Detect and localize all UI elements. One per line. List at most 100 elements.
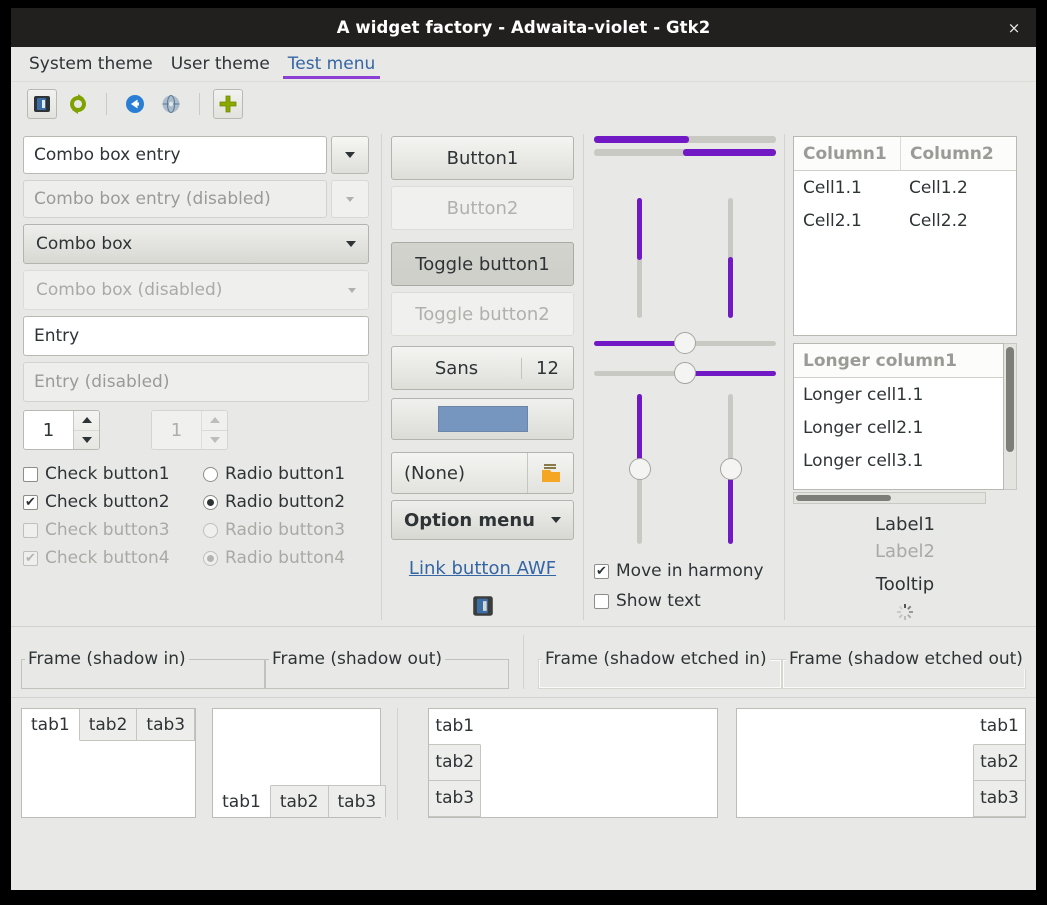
tab-3[interactable]: tab3 xyxy=(328,785,387,817)
table-row[interactable]: Longer cell2.1 xyxy=(794,411,1003,444)
column-header[interactable]: Longer column1 xyxy=(794,344,966,377)
check-button4: ✔ Check button4 xyxy=(23,548,203,568)
tab-1[interactable]: tab1 xyxy=(22,709,80,741)
horizontal-scrollbar[interactable] xyxy=(793,492,986,504)
tree-view-2-wrapper: Longer column1 Longer cell1.1 Longer cel… xyxy=(793,343,1017,490)
table-cell: Longer cell2.1 xyxy=(803,417,924,438)
label2: Label2 xyxy=(874,541,935,562)
add-icon[interactable] xyxy=(213,89,243,119)
frame-shadow-in: Frame (shadow in) xyxy=(21,649,265,689)
table-row[interactable]: Cell1.1 Cell1.2 xyxy=(794,171,1016,204)
checkbox-icon[interactable]: ✔ xyxy=(23,494,38,510)
link-button[interactable]: Link button AWF xyxy=(391,558,574,579)
vertical-scrollbar[interactable] xyxy=(1004,343,1017,490)
show-text-check[interactable]: Show text xyxy=(594,591,701,611)
tab-1[interactable]: tab1 xyxy=(972,709,1025,745)
tab-1[interactable]: tab1 xyxy=(429,709,482,745)
radio-icon[interactable] xyxy=(203,494,218,510)
table-row[interactable]: Longer cell1.1 xyxy=(794,378,1003,411)
check-radio-row: ✔ Check button4 Radio button4 xyxy=(23,544,369,572)
tab-3[interactable]: tab3 xyxy=(429,780,482,817)
tab-1[interactable]: tab1 xyxy=(213,785,271,817)
table-row[interactable]: Longer cell3.1 xyxy=(794,444,1003,477)
tab-2[interactable]: tab2 xyxy=(429,744,482,781)
column-header[interactable]: Column1 xyxy=(794,137,900,170)
app-icon[interactable] xyxy=(27,89,57,119)
spin-down-icon[interactable] xyxy=(74,431,99,450)
combo-box-entry-dropdown-button[interactable] xyxy=(331,136,369,174)
radio-button2[interactable]: Radio button2 xyxy=(203,492,345,512)
scale-handle[interactable] xyxy=(628,458,651,480)
frame-shadow-etched-in: Frame (shadow etched in) xyxy=(538,649,782,689)
network-icon[interactable] xyxy=(156,89,186,119)
menu-item-test-menu[interactable]: Test menu xyxy=(279,47,384,81)
option-menu-label: Option menu xyxy=(404,509,536,531)
menu-item-system-theme[interactable]: System theme xyxy=(20,47,162,81)
chevron-down-icon xyxy=(551,517,561,523)
move-in-harmony-check[interactable]: ✔ Move in harmony xyxy=(594,561,764,581)
tab-2[interactable]: tab2 xyxy=(79,709,138,741)
check-button2-label: Check button2 xyxy=(45,492,170,512)
frame-label: Frame (shadow out) xyxy=(269,649,446,669)
frame-label: Frame (shadow in) xyxy=(25,649,189,669)
checkbox-icon[interactable]: ✔ xyxy=(594,563,609,579)
spin-button-disabled-steppers xyxy=(201,411,227,449)
radio-button1[interactable]: Radio button1 xyxy=(203,464,345,484)
radio-icon[interactable] xyxy=(203,466,218,482)
table-row[interactable]: Cell2.1 Cell2.2 xyxy=(794,204,1016,237)
combo-box-entry-input[interactable]: Combo box entry xyxy=(23,136,327,174)
scale-handle[interactable] xyxy=(719,458,742,480)
tooltip-label[interactable]: Tooltip xyxy=(793,574,1017,595)
entry-input[interactable]: Entry xyxy=(23,316,369,356)
refresh-icon[interactable] xyxy=(63,89,93,119)
tab-2[interactable]: tab2 xyxy=(270,785,329,817)
font-button[interactable]: Sans 12 xyxy=(391,346,574,390)
spin-button-steppers[interactable] xyxy=(73,411,99,449)
spin-button-value[interactable]: 1 xyxy=(24,411,73,449)
entries-column: Combo box entry Combo box entry (disable… xyxy=(11,126,381,626)
label1: Label1 xyxy=(874,514,935,535)
horizontal-scale-2[interactable] xyxy=(594,362,776,384)
spin-up-icon[interactable] xyxy=(74,411,99,431)
toolbar-separator xyxy=(199,93,200,115)
checkbox-icon[interactable] xyxy=(594,593,609,609)
progress-fill xyxy=(594,136,689,143)
horizontal-scale-1[interactable] xyxy=(594,332,776,354)
scale-fill xyxy=(594,340,685,346)
tab-strip: tab1 tab2 tab3 xyxy=(429,709,482,817)
check-button1[interactable]: Check button1 xyxy=(23,464,203,484)
back-icon[interactable] xyxy=(120,89,150,119)
combo-box[interactable]: Combo box xyxy=(23,224,369,264)
button1[interactable]: Button1 xyxy=(391,136,574,180)
tab-2[interactable]: tab2 xyxy=(972,744,1025,781)
radio-button3: Radio button3 xyxy=(203,520,345,540)
check-button3-label: Check button3 xyxy=(45,520,170,540)
checkbox-icon[interactable] xyxy=(23,466,38,482)
tab-3[interactable]: tab3 xyxy=(137,709,196,741)
spin-button[interactable]: 1 xyxy=(23,410,100,450)
check-button2[interactable]: ✔ Check button2 xyxy=(23,492,203,512)
file-chooser-button[interactable]: (None) xyxy=(391,452,574,494)
menu-item-user-theme[interactable]: User theme xyxy=(162,47,279,81)
radio-icon xyxy=(203,522,218,538)
image-button[interactable] xyxy=(391,595,574,617)
tree-view-2[interactable]: Longer column1 Longer cell1.1 Longer cel… xyxy=(793,343,1004,490)
vertical-scale-2[interactable] xyxy=(719,394,742,544)
column-header[interactable]: Column2 xyxy=(900,137,1010,170)
vertical-scale-1[interactable] xyxy=(628,394,651,544)
check-button1-label: Check button1 xyxy=(45,464,170,484)
scale-handle[interactable] xyxy=(674,332,696,354)
close-icon[interactable]: × xyxy=(1002,16,1026,40)
color-button[interactable] xyxy=(391,398,574,440)
spinner-wrapper xyxy=(793,603,1017,621)
tab-3[interactable]: tab3 xyxy=(972,780,1025,817)
check-radio-grid: Check button1 Radio button1 ✔ Check butto… xyxy=(23,460,369,572)
toolbar xyxy=(11,82,1036,126)
combo-box-entry-disabled-dropdown-button xyxy=(331,180,369,218)
scale-handle[interactable] xyxy=(674,362,696,384)
application-window: A widget factory - Adwaita-violet - Gtk2… xyxy=(10,7,1037,891)
option-menu[interactable]: Option menu xyxy=(391,500,574,540)
toggle-button1[interactable]: Toggle button1 xyxy=(391,242,574,286)
tree-view-1[interactable]: Column1 Column2 Cell1.1 Cell1.2 Cell2.1 … xyxy=(793,136,1017,336)
